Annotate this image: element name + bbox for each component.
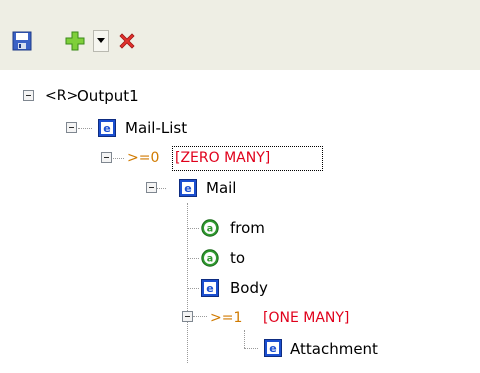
tree-node-to[interactable]: a to <box>0 243 480 273</box>
cardinality-operator: >=1 <box>210 310 243 326</box>
node-label: from <box>230 219 265 237</box>
cardinality-label: [ONE MANY] <box>263 310 350 326</box>
save-icon <box>12 31 32 51</box>
schema-tree: <R> Output1 e Mail-List >=0 [ZERO MANY] … <box>0 70 480 373</box>
tree-node-body[interactable]: e Body <box>0 273 480 303</box>
root-prefix-icon: <R> <box>45 88 79 104</box>
tree-node-output1[interactable]: <R> Output1 <box>0 81 480 111</box>
collapse-toggle[interactable] <box>146 182 157 193</box>
svg-text:a: a <box>207 254 213 265</box>
attribute-icon: a <box>201 249 219 267</box>
node-label: Mail <box>206 179 237 197</box>
dropdown-arrow-icon <box>97 38 105 43</box>
tree-node-zero-many[interactable]: >=0 [ZERO MANY] <box>0 143 480 173</box>
svg-text:e: e <box>206 282 213 295</box>
svg-text:e: e <box>184 182 191 195</box>
svg-text:e: e <box>103 122 110 135</box>
tree-node-one-many[interactable]: >=1 [ONE MANY] <box>0 303 480 333</box>
add-icon <box>65 31 85 51</box>
element-icon: e <box>264 339 282 357</box>
attribute-icon: a <box>201 219 219 237</box>
node-label: Output1 <box>77 87 139 105</box>
cardinality-label: [ZERO MANY] <box>175 150 271 166</box>
element-icon: e <box>201 279 219 297</box>
collapse-toggle[interactable] <box>23 90 34 101</box>
tree-node-mail[interactable]: e Mail <box>0 173 480 203</box>
svg-text:a: a <box>207 224 213 235</box>
collapse-toggle[interactable] <box>66 122 77 133</box>
add-button[interactable] <box>63 26 87 56</box>
node-label: Attachment <box>290 340 378 358</box>
tree-node-from[interactable]: a from <box>0 213 480 243</box>
node-label: to <box>230 249 246 267</box>
delete-button[interactable] <box>115 26 139 56</box>
tree-node-attachment[interactable]: e Attachment <box>0 334 480 364</box>
delete-icon <box>119 33 135 49</box>
collapse-toggle[interactable] <box>182 311 193 322</box>
save-button[interactable] <box>10 26 34 56</box>
add-dropdown-button[interactable] <box>91 26 111 56</box>
node-label: Mail-List <box>125 119 188 137</box>
toolbar <box>0 0 480 70</box>
element-icon: e <box>98 119 116 137</box>
svg-text:e: e <box>269 342 276 355</box>
node-label: Body <box>230 279 268 297</box>
tree-node-mail-list[interactable]: e Mail-List <box>0 113 480 143</box>
collapse-toggle[interactable] <box>101 152 112 163</box>
cardinality-operator: >=0 <box>127 150 160 166</box>
element-icon: e <box>179 179 197 197</box>
